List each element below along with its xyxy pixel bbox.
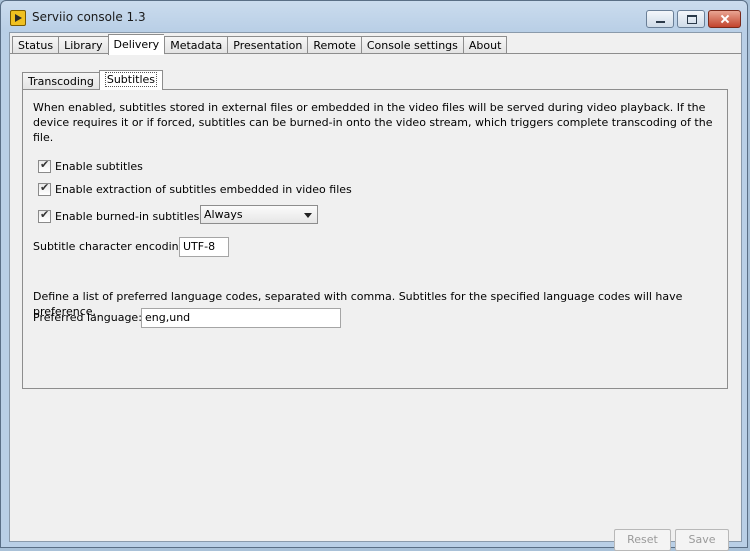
delivery-panel: Transcoding Subtitles When enabled, subt… xyxy=(10,53,741,551)
tab-transcoding[interactable]: Transcoding xyxy=(22,72,99,90)
tab-status[interactable]: Status xyxy=(12,36,59,54)
chevron-down-icon xyxy=(304,213,312,218)
tab-remote[interactable]: Remote xyxy=(307,36,361,54)
subtitles-panel: When enabled, subtitles stored in extern… xyxy=(22,89,728,389)
tab-metadata[interactable]: Metadata xyxy=(164,36,228,54)
tab-console-settings[interactable]: Console settings xyxy=(360,36,463,54)
title-bar[interactable]: Serviio console 1.3 xyxy=(1,1,749,33)
preferred-language-label: Preferred language: xyxy=(33,311,142,324)
encoding-label: Subtitle character encoding: xyxy=(33,240,190,253)
delivery-sub-tab-bar: Transcoding Subtitles xyxy=(22,70,164,90)
enable-extraction-row: Enable extraction of subtitles embedded … xyxy=(38,181,352,197)
tab-subtitles[interactable]: Subtitles xyxy=(98,70,164,90)
main-tab-bar: Status Library Delivery Metadata Present… xyxy=(12,34,508,55)
tab-presentation[interactable]: Presentation xyxy=(227,36,308,54)
save-button[interactable]: Save xyxy=(675,529,729,551)
client-area: Status Library Delivery Metadata Present… xyxy=(9,32,742,551)
reset-button[interactable]: Reset xyxy=(614,529,671,551)
app-window: Serviio console 1.3 Status Library Deliv… xyxy=(0,0,749,551)
enable-burned-in-checkbox[interactable] xyxy=(38,208,51,223)
enable-subtitles-checkbox[interactable] xyxy=(38,158,51,173)
encoding-row: Subtitle character encoding: UTF-8 xyxy=(33,237,333,257)
enable-burned-in-row: Enable burned-in subtitles Always xyxy=(38,205,338,224)
preferred-language-input[interactable]: eng,und xyxy=(141,308,341,328)
subtitles-description: When enabled, subtitles stored in extern… xyxy=(33,101,713,144)
enable-extraction-label[interactable]: Enable extraction of subtitles embedded … xyxy=(55,183,352,196)
tab-about[interactable]: About xyxy=(462,36,508,54)
tab-library[interactable]: Library xyxy=(58,36,108,54)
maximize-button[interactable] xyxy=(677,10,705,28)
preferred-language-row: Preferred language: eng,und xyxy=(33,308,353,328)
encoding-input[interactable]: UTF-8 xyxy=(179,237,229,257)
enable-burned-in-label[interactable]: Enable burned-in subtitles xyxy=(55,210,199,223)
burned-in-mode-select[interactable]: Always xyxy=(200,205,318,224)
burned-in-mode-value: Always xyxy=(204,208,243,221)
serviio-app-icon xyxy=(10,10,26,26)
enable-subtitles-label[interactable]: Enable subtitles xyxy=(55,160,143,173)
minimize-button[interactable] xyxy=(646,10,674,28)
window-title: Serviio console 1.3 xyxy=(32,10,146,24)
enable-extraction-checkbox[interactable] xyxy=(38,181,51,196)
tab-delivery[interactable]: Delivery xyxy=(107,34,165,55)
enable-subtitles-row: Enable subtitles xyxy=(38,158,143,174)
close-button[interactable] xyxy=(708,10,741,28)
tab-subtitles-label: Subtitles xyxy=(104,72,158,87)
